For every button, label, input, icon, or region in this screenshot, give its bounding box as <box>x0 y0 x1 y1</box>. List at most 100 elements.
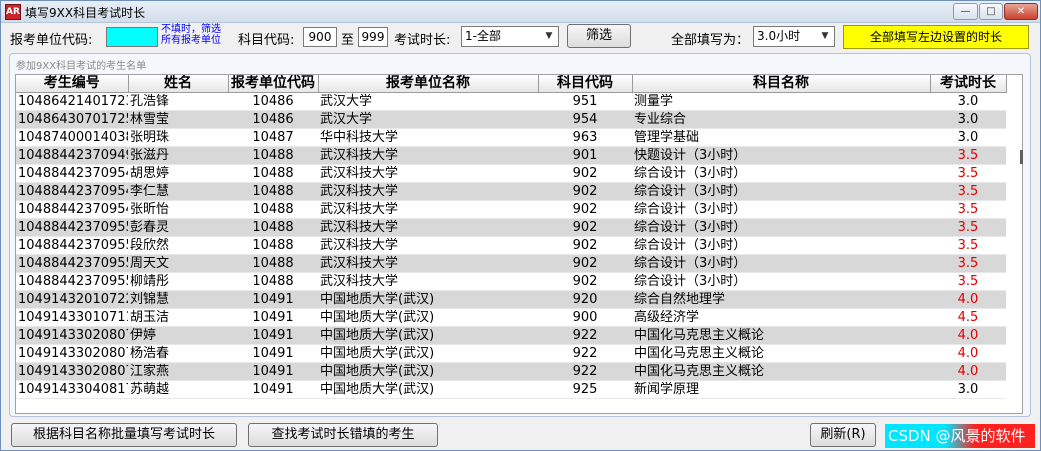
table-row[interactable]: 104884423709548李仁慧10488武汉科技大学902综合设计（3小时… <box>16 182 1006 201</box>
cell-candidate-id: 104914330208072 <box>16 326 128 345</box>
cell-unit-code: 10488 <box>228 218 318 237</box>
cell-candidate-id: 104914330408171 <box>16 380 128 399</box>
cell-candidate-id: 104914320107225 <box>16 290 128 309</box>
cell-subject-code: 951 <box>538 92 632 111</box>
cell-unit-name: 武汉科技大学 <box>318 182 538 201</box>
table-row[interactable]: 104884423709552周天文10488武汉科技大学902综合设计（3小时… <box>16 254 1006 273</box>
cell-subject-code: 902 <box>538 236 632 255</box>
fill-all-button[interactable]: 全部填写左边设置的时长 <box>843 25 1029 49</box>
table-row[interactable]: 104864214017231孔浩锋10486武汉大学951测量学3.0 <box>16 92 1006 111</box>
find-error-button[interactable]: 查找考试时长错填的考生 <box>248 423 438 447</box>
cell-candidate-id: 104884423709547 <box>16 164 128 183</box>
cell-unit-name: 武汉科技大学 <box>318 200 538 219</box>
cell-duration: 3.0 <box>930 128 1006 147</box>
minimize-button[interactable]: — <box>953 3 978 20</box>
cell-candidate-id: 104884423709551 <box>16 236 128 255</box>
cell-duration: 3.5 <box>930 200 1006 219</box>
table-row[interactable]: 104884423709498张滋丹10488武汉科技大学901快题设计（3小时… <box>16 146 1006 165</box>
cell-subject-name: 综合设计（3小时） <box>632 254 930 273</box>
col-header-subject-name[interactable]: 科目名称 <box>632 75 931 93</box>
cell-subject-code: 902 <box>538 254 632 273</box>
cell-name: 胡思婷 <box>128 164 228 183</box>
subject-to-input[interactable]: 999 <box>358 27 388 47</box>
cell-duration: 3.0 <box>930 92 1006 111</box>
cell-subject-code: 900 <box>538 308 632 327</box>
cell-name: 段欣然 <box>128 236 228 255</box>
cell-subject-name: 中国化马克思主义概论 <box>632 326 930 345</box>
cell-unit-name: 中国地质大学(武汉) <box>318 308 538 327</box>
close-button[interactable]: ✕ <box>1004 3 1038 20</box>
cell-name: 李仁慧 <box>128 182 228 201</box>
cell-name: 张滋丹 <box>128 146 228 165</box>
candidate-grid[interactable]: 考生编号 姓名 报考单位代码 报考单位名称 科目代码 科目名称 考试时长 104… <box>15 74 1023 414</box>
cell-unit-name: 武汉科技大学 <box>318 146 538 165</box>
col-header-subject-code[interactable]: 科目代码 <box>538 75 633 93</box>
cell-subject-code: 922 <box>538 344 632 363</box>
cell-unit-code: 10488 <box>228 236 318 255</box>
cell-subject-name: 新闻学原理 <box>632 380 930 399</box>
grid-body: 104864214017231孔浩锋10486武汉大学951测量学3.01048… <box>16 92 1006 399</box>
table-row[interactable]: 104884423709553柳靖彤10488武汉科技大学902综合设计（3小时… <box>16 272 1006 291</box>
col-header-duration[interactable]: 考试时长 <box>930 75 1007 93</box>
cell-unit-name: 武汉大学 <box>318 92 538 111</box>
col-header-candidate-id[interactable]: 考生编号 <box>16 75 129 93</box>
cell-duration: 3.5 <box>930 164 1006 183</box>
maximize-button[interactable]: □ <box>979 3 1003 20</box>
cell-duration: 4.5 <box>930 308 1006 327</box>
cell-name: 张明珠 <box>128 128 228 147</box>
table-row[interactable]: 104864307017251林雪莹10486武汉大学954专业综合3.0 <box>16 110 1006 129</box>
title-bar: AR 填写9XX科目考试时长 — □ ✕ <box>1 1 1040 23</box>
cell-duration: 3.0 <box>930 380 1006 399</box>
cell-candidate-id: 104914330208073 <box>16 344 128 363</box>
unit-code-input[interactable] <box>106 27 158 47</box>
table-row[interactable]: 104914330408171苏萌越10491中国地质大学(武汉)925新闻学原… <box>16 380 1006 399</box>
cell-candidate-id: 104914330208074 <box>16 362 128 381</box>
cell-unit-name: 华中科技大学 <box>318 128 538 147</box>
vertical-scrollbar-thumb[interactable] <box>1020 150 1023 164</box>
col-header-unit-name[interactable]: 报考单位名称 <box>318 75 539 93</box>
cell-unit-code: 10491 <box>228 344 318 363</box>
filter-toolbar: 报考单位代码: 不填时，筛选 所有报考单位 科目代码: 900 至 999 考试… <box>1 23 1040 51</box>
table-row[interactable]: 104884423709551段欣然10488武汉科技大学902综合设计（3小时… <box>16 236 1006 255</box>
candidate-table: 考生编号 姓名 报考单位代码 报考单位名称 科目代码 科目名称 考试时长 104… <box>16 75 1007 399</box>
table-row[interactable]: 104874000140385张明珠10487华中科技大学963管理学基础3.0 <box>16 128 1006 147</box>
col-header-name[interactable]: 姓名 <box>128 75 229 93</box>
cell-duration: 4.0 <box>930 290 1006 309</box>
cell-subject-code: 925 <box>538 380 632 399</box>
duration-select[interactable]: 1-全部 ▼ <box>461 26 559 47</box>
cell-duration: 3.0 <box>930 110 1006 129</box>
table-row[interactable]: 104884423709550彭春灵10488武汉科技大学902综合设计（3小时… <box>16 218 1006 237</box>
cell-duration: 3.5 <box>930 182 1006 201</box>
refresh-button[interactable]: 刷新(R) <box>810 423 876 447</box>
table-row[interactable]: 104914330208072伊婷10491中国地质大学(武汉)922中国化马克… <box>16 326 1006 345</box>
col-header-unit-code[interactable]: 报考单位代码 <box>228 75 319 93</box>
subject-from-input[interactable]: 900 <box>303 27 337 47</box>
cell-unit-code: 10488 <box>228 200 318 219</box>
cell-name: 彭春灵 <box>128 218 228 237</box>
cell-unit-code: 10488 <box>228 254 318 273</box>
fill-all-select[interactable]: 3.0小时 ▼ <box>753 26 835 47</box>
cell-candidate-id: 104874000140385 <box>16 128 128 147</box>
cell-subject-code: 902 <box>538 272 632 291</box>
cell-subject-name: 中国化马克思主义概论 <box>632 344 930 363</box>
table-row[interactable]: 104884423709547胡思婷10488武汉科技大学902综合设计（3小时… <box>16 164 1006 183</box>
cell-duration: 3.5 <box>930 146 1006 165</box>
table-row[interactable]: 104914330208074江家燕10491中国地质大学(武汉)922中国化马… <box>16 362 1006 381</box>
cell-name: 刘锦慧 <box>128 290 228 309</box>
app-icon: AR <box>5 4 21 20</box>
table-row[interactable]: 104914320107225刘锦慧10491中国地质大学(武汉)920综合自然… <box>16 290 1006 309</box>
grid-header: 考生编号 姓名 报考单位代码 报考单位名称 科目代码 科目名称 考试时长 <box>16 75 1007 93</box>
filter-button[interactable]: 筛选 <box>567 24 631 48</box>
chevron-down-icon: ▼ <box>821 31 829 41</box>
cell-name: 周天文 <box>128 254 228 273</box>
cell-candidate-id: 104864214017231 <box>16 92 128 111</box>
table-row[interactable]: 104914330107116胡玉洁10491中国地质大学(武汉)900高级经济… <box>16 308 1006 327</box>
table-row[interactable]: 104884423709549张昕怡10488武汉科技大学902综合设计（3小时… <box>16 200 1006 219</box>
duration-select-value: 1-全部 <box>465 29 501 43</box>
table-row[interactable]: 104914330208073杨浩春10491中国地质大学(武汉)922中国化马… <box>16 344 1006 363</box>
cell-unit-name: 武汉大学 <box>318 110 538 129</box>
cell-unit-name: 武汉科技大学 <box>318 272 538 291</box>
cell-subject-code: 902 <box>538 182 632 201</box>
cell-name: 林雪莹 <box>128 110 228 129</box>
batch-fill-button[interactable]: 根据科目名称批量填写考试时长 <box>11 423 237 447</box>
